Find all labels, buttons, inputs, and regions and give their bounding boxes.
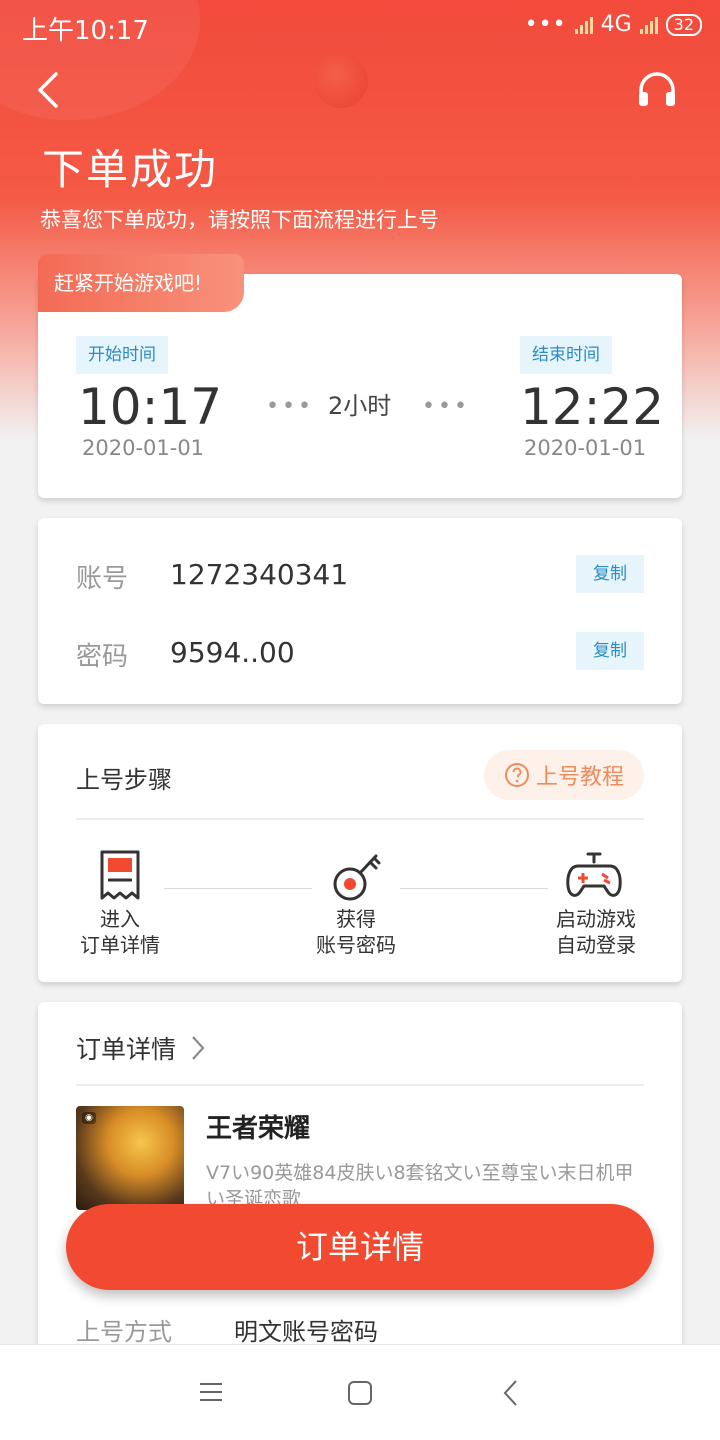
password-label: 密码 — [76, 642, 129, 672]
network-type: 4G — [600, 12, 632, 37]
steps-divider — [76, 818, 644, 820]
step-connector — [164, 888, 312, 889]
status-indicators: ••• 4G 32 — [525, 12, 702, 37]
system-nav-bar — [0, 1344, 720, 1440]
game-name: 王者荣耀 — [206, 1114, 311, 1144]
step-start-game: 启动游戏 自动登录 — [544, 906, 648, 958]
account-card: 账号 1272340341 复制 密码 9594..00 复制 — [38, 518, 682, 704]
step-line-2: 自动登录 — [556, 933, 636, 957]
order-card: 订单详情 ◉ 王者荣耀 V7い90英雄84皮肤い8套铭文い至尊宝い末日机甲い圣诞… — [38, 1002, 682, 1362]
step-line-1: 进入 — [100, 907, 140, 931]
account-label: 账号 — [76, 564, 129, 594]
order-divider — [76, 1084, 644, 1086]
step-get-account: 获得 账号密码 — [304, 906, 408, 958]
login-method-label: 上号方式 — [76, 1318, 172, 1346]
battery-icon: 32 — [665, 13, 702, 36]
order-details-link[interactable]: 订单详情 — [76, 1030, 206, 1066]
step-line-2: 订单详情 — [80, 933, 160, 957]
step-line-1: 启动游戏 — [556, 907, 636, 931]
game-logo-icon: ◉ — [82, 1112, 96, 1124]
order-title: 订单详情 — [76, 1035, 177, 1064]
headset-icon[interactable] — [636, 70, 678, 110]
steps-card: 上号步骤 上号教程 进入 订单详情 获得 账号密码 启动游戏 自动登录 — [38, 724, 682, 982]
decor-sun — [314, 54, 368, 108]
tutorial-button[interactable]: 上号教程 — [484, 750, 644, 800]
start-time: 10:17 — [78, 378, 223, 436]
key-icon — [333, 854, 381, 901]
page-subtitle: 恭喜您下单成功，请按照下面流程进行上号 — [40, 208, 439, 232]
receipt-icon — [100, 850, 140, 900]
end-time-tag: 结束时间 — [520, 336, 612, 374]
game-description: V7い90英雄84皮肤い8套铭文い至尊宝い末日机甲い圣诞恋歌 — [206, 1162, 634, 1206]
end-date: 2020-01-01 — [524, 436, 647, 460]
page-title: 下单成功 — [42, 145, 219, 194]
step-line-2: 账号密码 — [316, 933, 396, 957]
account-value: 1272340341 — [170, 558, 349, 591]
chevron-right-icon — [192, 1036, 205, 1060]
end-time: 12:22 — [520, 378, 665, 436]
dots-right-icon: ••• — [422, 394, 470, 419]
more-dots-icon: ••• — [524, 12, 567, 37]
status-bar: 上午10:17 ••• 4G 32 — [0, 0, 720, 52]
back-icon[interactable] — [502, 1379, 520, 1407]
home-icon[interactable] — [347, 1380, 373, 1406]
start-time-tag: 开始时间 — [76, 336, 168, 374]
signal-icon-2 — [639, 16, 658, 34]
menu-icon[interactable] — [198, 1381, 224, 1403]
login-method-value: 明文账号密码 — [234, 1318, 378, 1346]
step-line-1: 获得 — [336, 907, 376, 931]
duration: 2小时 — [328, 392, 392, 420]
start-game-ribbon: 赶紧开始游戏吧! — [38, 254, 244, 312]
help-circle-icon — [504, 763, 529, 787]
tutorial-label: 上号教程 — [535, 765, 624, 790]
order-details-button[interactable]: 订单详情 — [66, 1204, 654, 1290]
back-arrow-icon[interactable] — [30, 68, 70, 112]
copy-account-button[interactable]: 复制 — [576, 555, 644, 593]
game-thumbnail: ◉ — [76, 1106, 184, 1210]
step-connector — [400, 888, 548, 889]
status-time: 上午10:17 — [22, 16, 149, 46]
dots-left-icon: ••• — [266, 394, 314, 419]
signal-icon — [574, 16, 593, 34]
copy-password-button[interactable]: 复制 — [576, 632, 644, 670]
gamepad-icon — [566, 852, 622, 897]
start-date: 2020-01-01 — [82, 436, 205, 460]
step-enter-order: 进入 订单详情 — [68, 906, 172, 958]
steps-title: 上号步骤 — [76, 766, 172, 794]
password-value: 9594..00 — [170, 636, 295, 669]
